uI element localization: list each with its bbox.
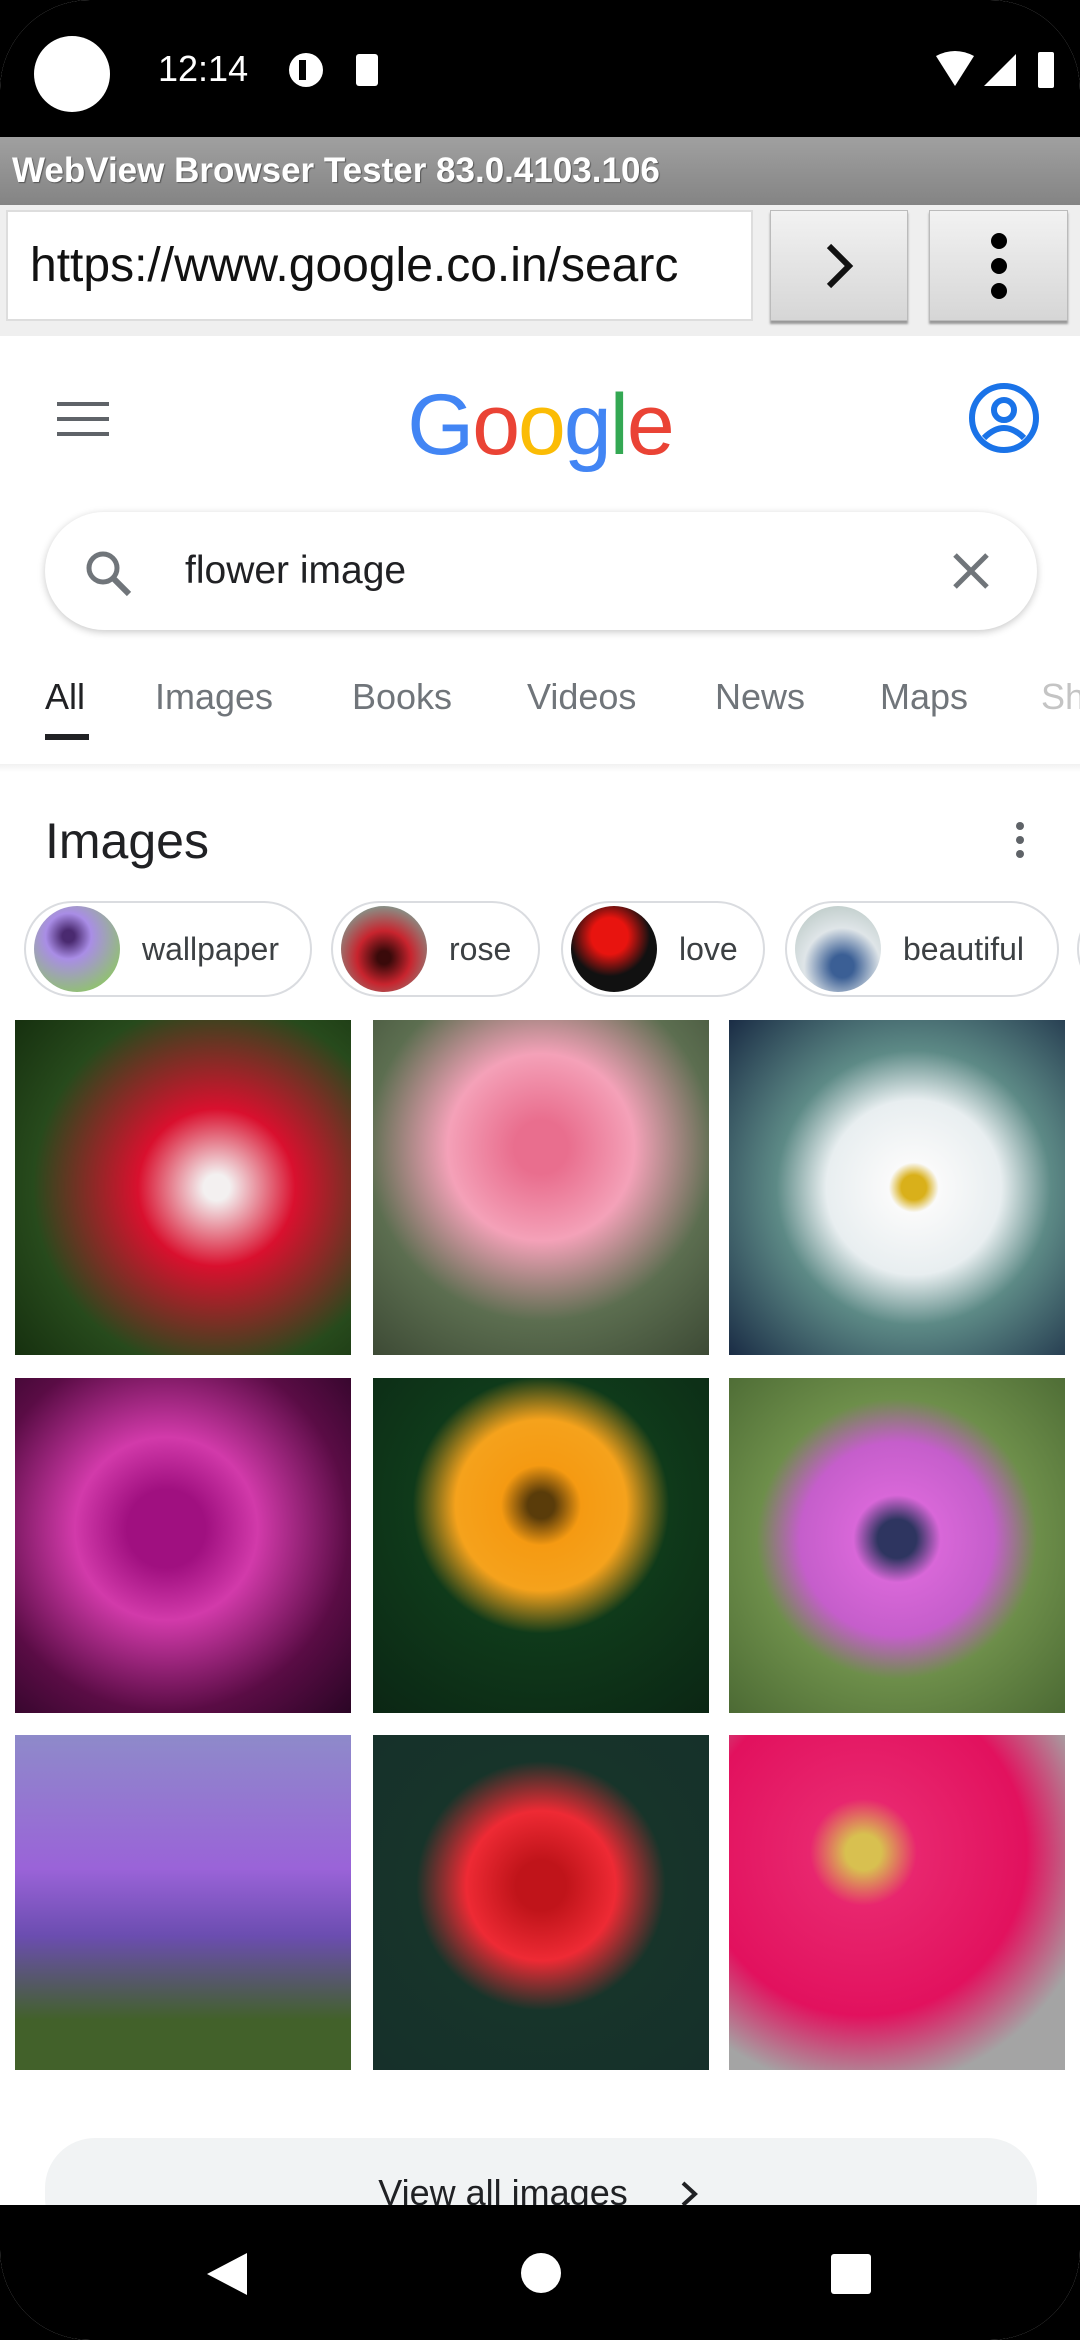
tab-shopping[interactable]: Sh xyxy=(1041,676,1080,718)
camera-cutout xyxy=(34,36,110,112)
image-result[interactable] xyxy=(373,1020,709,1355)
chip-rose[interactable]: rose xyxy=(331,901,540,997)
status-bar: 12:14 xyxy=(0,0,1080,137)
tab-all[interactable]: All xyxy=(45,676,85,718)
more-vert-icon[interactable] xyxy=(1012,820,1028,860)
account-icon[interactable] xyxy=(968,382,1040,454)
active-tab-indicator xyxy=(45,734,89,740)
tab-videos[interactable]: Videos xyxy=(527,676,636,718)
image-result[interactable] xyxy=(15,1378,351,1713)
image-result[interactable] xyxy=(15,1735,351,2070)
chip-beautiful[interactable]: beautiful xyxy=(785,901,1059,997)
clock: 12:14 xyxy=(158,48,249,89)
chip-thumbnail xyxy=(341,906,427,992)
clear-icon[interactable] xyxy=(951,551,991,591)
screen: 12:14 WebView Browser Tester 83.0.4103.1… xyxy=(0,0,1080,2340)
navigation-bar xyxy=(0,2205,1080,2340)
chip-wallpaper[interactable]: wallpaper xyxy=(24,901,312,997)
notification-icons xyxy=(289,53,378,87)
tab-maps[interactable]: Maps xyxy=(880,676,968,718)
divider xyxy=(0,764,1080,772)
go-button[interactable] xyxy=(770,210,908,321)
tab-images[interactable]: Images xyxy=(155,676,273,718)
image-result[interactable] xyxy=(15,1020,351,1355)
tab-books[interactable]: Books xyxy=(352,676,452,718)
image-result[interactable] xyxy=(373,1735,709,2070)
chip-thumbnail xyxy=(571,906,657,992)
home-icon[interactable] xyxy=(520,2252,562,2294)
more-vert-icon xyxy=(990,232,1007,299)
app-title: WebView Browser Tester 83.0.4103.106 xyxy=(0,137,1080,205)
chip-love[interactable]: love xyxy=(561,901,765,997)
chip-thumbnail xyxy=(795,906,881,992)
image-result[interactable] xyxy=(373,1378,709,1713)
url-toolbar: https://www.google.co.in/searc xyxy=(0,205,1080,336)
search-query[interactable]: flower image xyxy=(185,512,406,630)
chip-thumbnail xyxy=(34,906,120,992)
search-icon[interactable] xyxy=(83,548,133,598)
tab-news[interactable]: News xyxy=(715,676,805,718)
chevron-right-icon xyxy=(826,243,854,288)
search-box[interactable]: flower image xyxy=(45,512,1037,630)
section-title: Images xyxy=(45,813,209,869)
recents-icon[interactable] xyxy=(830,2253,872,2295)
image-result[interactable] xyxy=(729,1020,1065,1355)
image-result[interactable] xyxy=(729,1378,1065,1713)
wifi-signal-battery-icons xyxy=(936,51,1054,88)
back-icon[interactable] xyxy=(205,2251,249,2297)
menu-button[interactable] xyxy=(929,210,1068,321)
url-input[interactable]: https://www.google.co.in/searc xyxy=(6,210,753,321)
google-logo: Google xyxy=(407,377,674,473)
image-result[interactable] xyxy=(729,1735,1065,2070)
